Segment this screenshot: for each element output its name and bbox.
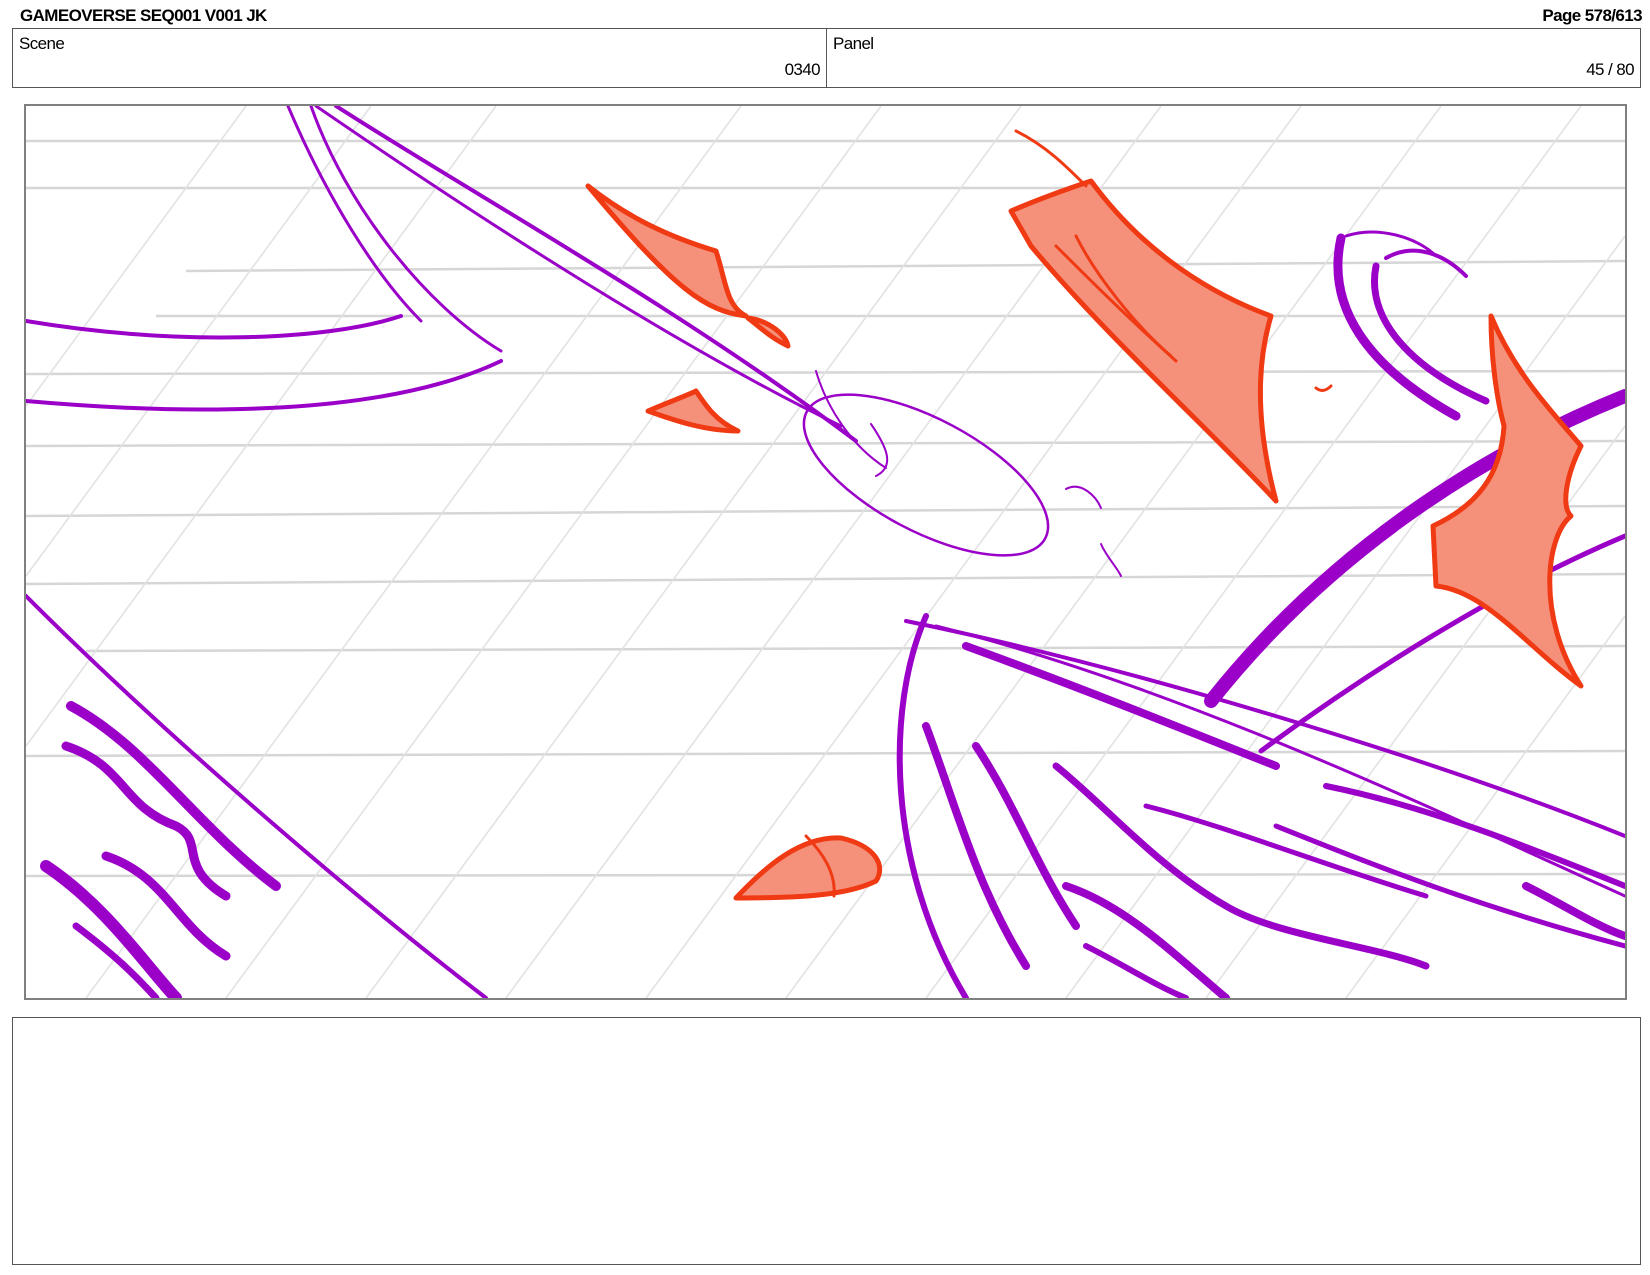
info-row: Scene 0340 Panel 45 / 80 (12, 28, 1641, 88)
storyboard-sketch-image (26, 106, 1625, 998)
panel-label: Panel (833, 34, 874, 53)
panel-number: 45 / 80 (1586, 60, 1634, 79)
document-title: GAMEOVERSE SEQ001 V001 JK (20, 6, 267, 25)
scene-label: Scene (19, 34, 65, 53)
scene-cell: Scene 0340 (13, 29, 826, 87)
scene-number: 0340 (784, 60, 821, 79)
page-number: Page 578/613 (1542, 6, 1642, 25)
storyboard-panel-frame (24, 104, 1627, 1000)
notes-box (12, 1017, 1641, 1265)
panel-cell: Panel 45 / 80 (826, 29, 1640, 87)
